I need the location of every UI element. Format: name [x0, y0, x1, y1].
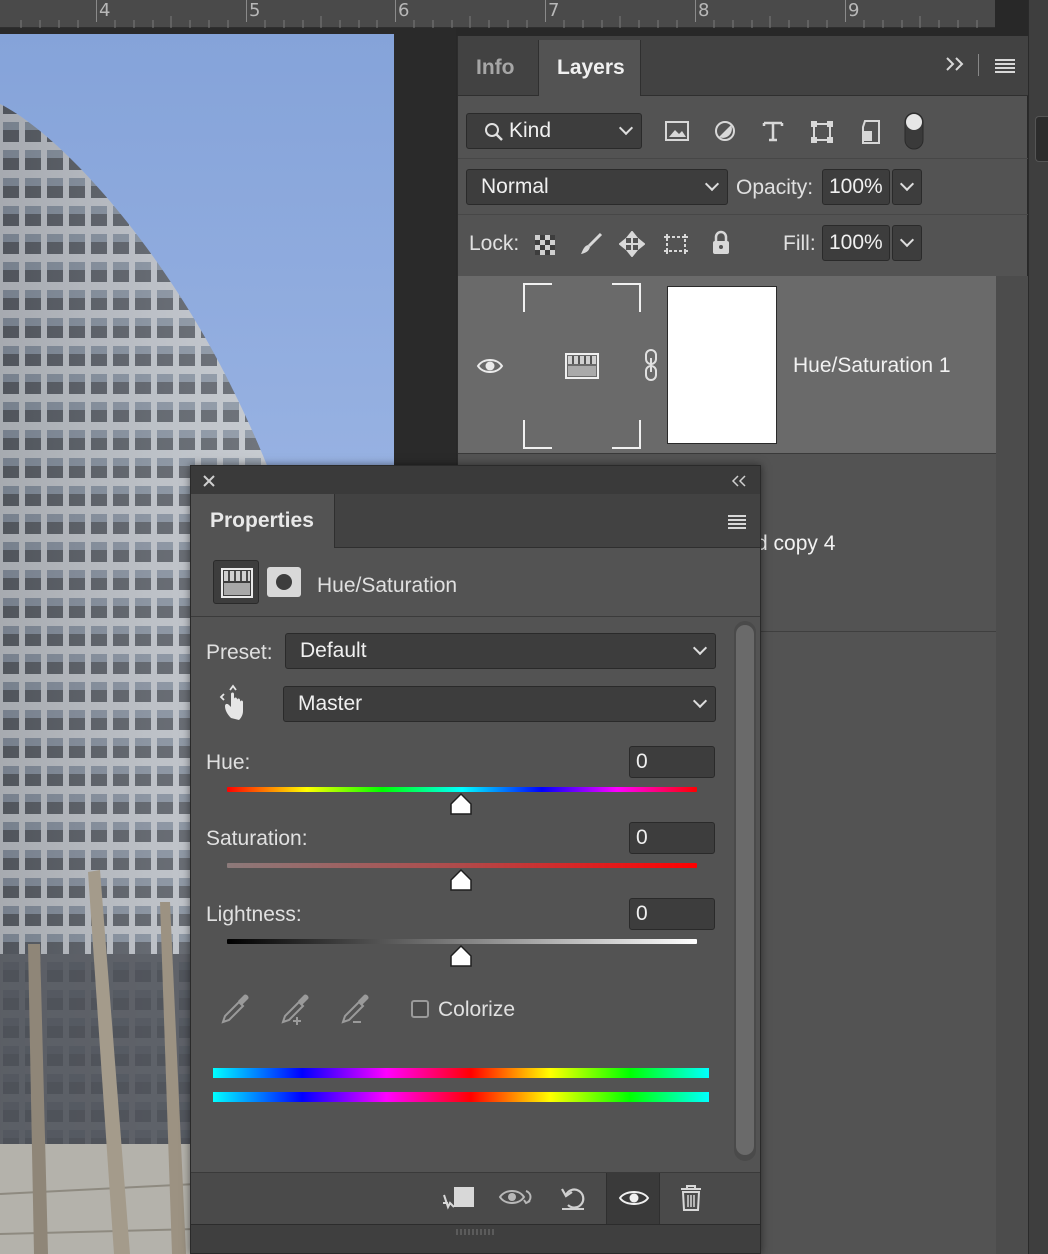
adjustment-filter-icon[interactable] — [713, 119, 737, 148]
delete-icon — [681, 1185, 701, 1211]
hue-input[interactable]: 0 — [629, 746, 715, 778]
hue-slider-thumb[interactable] — [449, 792, 472, 816]
targeted-adjustment-hand-icon[interactable] — [219, 684, 253, 727]
blend-mode-dropdown[interactable]: Normal — [466, 169, 728, 205]
scrollbar-thumb[interactable] — [736, 625, 754, 1155]
lock-pixels-icon[interactable] — [579, 232, 603, 261]
adjustment-icon-button[interactable] — [213, 560, 259, 604]
lock-transparent-icon[interactable] — [534, 234, 556, 261]
resize-grip[interactable] — [191, 1224, 760, 1253]
reset-icon — [561, 1188, 585, 1210]
panel-menu-icon[interactable] — [727, 514, 747, 535]
output-color-bar — [213, 1092, 709, 1102]
lock-all-icon[interactable] — [711, 230, 731, 261]
clip-to-layer-button[interactable] — [432, 1173, 486, 1225]
layer-name[interactable]: Hue/Saturation 1 — [793, 354, 951, 378]
lock-label: Lock: — [469, 232, 520, 255]
filter-kind-dropdown[interactable]: Kind — [466, 113, 642, 149]
eyedropper-icon[interactable] — [219, 992, 253, 1031]
preset-value: Default — [300, 639, 367, 662]
filter-toggle-icon[interactable] — [904, 112, 924, 155]
lightness-label: Lightness: — [206, 903, 302, 926]
filter-kind-label: Kind — [509, 119, 552, 142]
collapse-panel-icon[interactable] — [944, 54, 966, 79]
colorize-label: Colorize — [438, 998, 516, 1021]
view-previous-state-button[interactable] — [490, 1173, 544, 1225]
saturation-value: 0 — [636, 826, 648, 849]
tab-layers[interactable]: Layers — [538, 40, 641, 96]
adjustment-title: Hue/Saturation — [317, 574, 458, 597]
lightness-slider-thumb[interactable] — [449, 944, 472, 968]
adjustment-layer-thumbnail[interactable] — [522, 282, 642, 450]
view-previous-state-icon — [498, 1190, 532, 1205]
saturation-label: Saturation: — [206, 827, 308, 850]
type-filter-icon[interactable] — [762, 120, 784, 147]
collapse-panel-icon[interactable] — [731, 474, 747, 492]
panel-menu-icon[interactable] — [994, 58, 1016, 79]
fill-value: 100% — [829, 231, 883, 254]
colorize-checkbox[interactable] — [411, 1000, 429, 1018]
preset-label: Preset: — [206, 641, 273, 664]
chain-link-icon[interactable] — [643, 348, 659, 387]
mask-icon — [276, 574, 292, 590]
eyedropper-add-icon[interactable] — [279, 992, 313, 1031]
dock-toggle-button[interactable] — [1035, 116, 1048, 162]
saturation-input[interactable]: 0 — [629, 822, 715, 854]
hue-label: Hue: — [206, 751, 251, 774]
properties-title-bar[interactable] — [191, 466, 760, 494]
layers-scrollbar[interactable] — [996, 276, 1028, 1254]
properties-footer — [191, 1172, 760, 1225]
lightness-input[interactable]: 0 — [629, 898, 715, 930]
opacity-value: 100% — [829, 175, 883, 198]
layers-panel-tabs: Info Layers — [458, 36, 1028, 96]
horizontal-ruler[interactable]: 4 5 6 7 8 9 — [0, 0, 995, 28]
toggle-visibility-button[interactable] — [606, 1173, 660, 1225]
channel-value: Master — [298, 692, 363, 715]
eyedropper-subtract-icon[interactable] — [339, 992, 373, 1031]
close-icon[interactable] — [202, 474, 216, 493]
layer-row[interactable]: Hue/Saturation 1 — [458, 276, 996, 454]
preset-dropdown[interactable]: Default — [285, 633, 716, 669]
properties-tabs: Properties — [191, 494, 760, 548]
fill-label: Fill: — [783, 232, 816, 255]
layer-name[interactable]: d copy 4 — [756, 532, 835, 556]
visibility-eye-icon[interactable] — [476, 356, 504, 381]
opacity-field[interactable]: 100% — [822, 169, 890, 205]
lightness-value: 0 — [636, 902, 648, 925]
opacity-dropdown[interactable] — [892, 169, 922, 205]
lock-artboard-icon[interactable] — [662, 232, 690, 261]
properties-scrollbar[interactable] — [734, 621, 756, 1161]
ruler-minor-ticks — [20, 16, 978, 28]
lock-position-icon[interactable] — [618, 230, 646, 262]
hue-value: 0 — [636, 750, 648, 773]
input-color-bar — [213, 1068, 709, 1078]
channel-dropdown[interactable]: Master — [283, 686, 716, 722]
blend-mode-value: Normal — [481, 175, 549, 198]
tab-properties[interactable]: Properties — [191, 494, 335, 548]
layer-mask-thumbnail[interactable] — [667, 286, 777, 444]
reset-button[interactable] — [548, 1173, 602, 1225]
opacity-label: Opacity: — [736, 176, 814, 199]
search-icon — [483, 120, 505, 154]
smart-object-filter-icon[interactable] — [859, 119, 883, 150]
delete-button[interactable] — [664, 1173, 718, 1225]
tab-info[interactable]: Info — [458, 40, 532, 96]
fill-dropdown[interactable] — [892, 225, 922, 261]
clip-to-layer-icon — [443, 1187, 474, 1210]
shape-filter-icon[interactable] — [809, 119, 835, 150]
properties-panel: Properties Hue/Saturation Preset: Defaul… — [190, 465, 761, 1254]
fill-field[interactable]: 100% — [822, 225, 890, 261]
saturation-slider-thumb[interactable] — [449, 868, 472, 892]
mask-icon-button[interactable] — [267, 567, 301, 597]
image-filter-icon[interactable] — [664, 120, 690, 147]
panel-dock-strip — [1028, 0, 1048, 1254]
visibility-icon — [618, 1191, 650, 1205]
hue-saturation-icon — [221, 568, 253, 598]
